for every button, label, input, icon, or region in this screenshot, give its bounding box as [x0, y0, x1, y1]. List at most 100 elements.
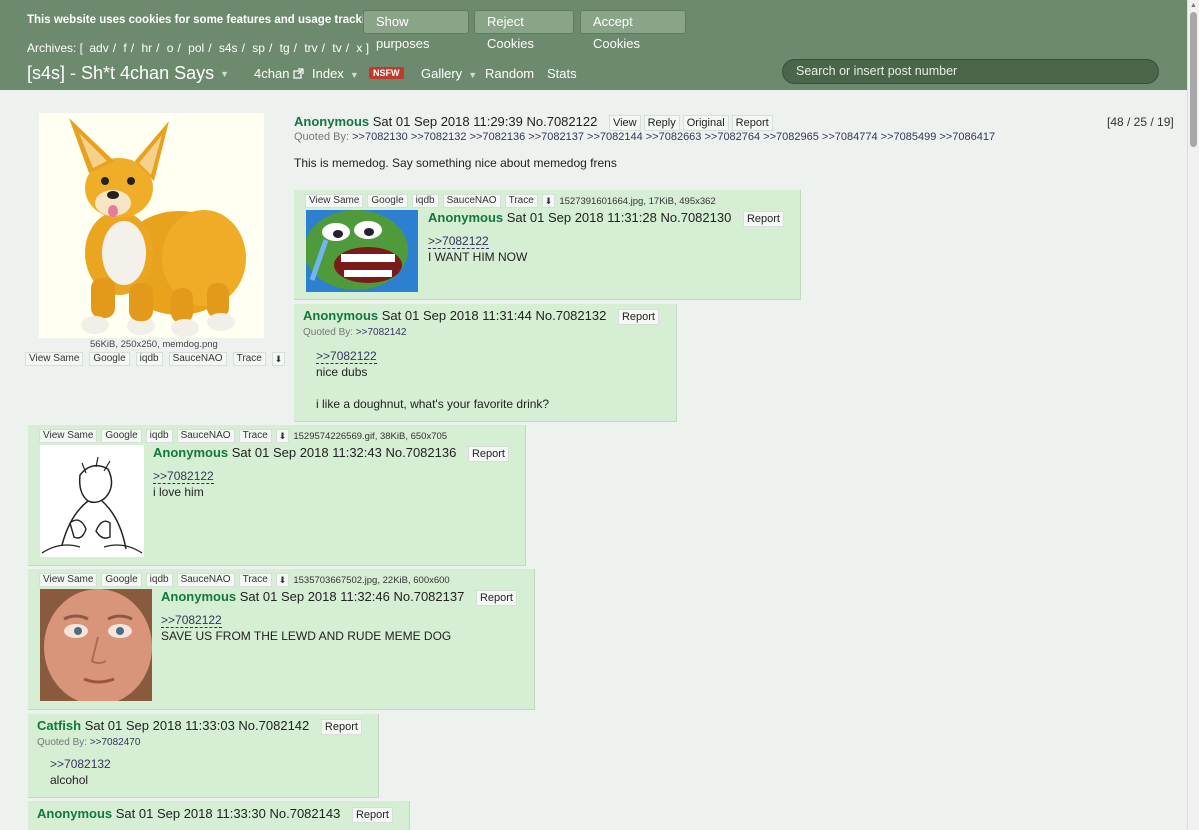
post-text: i love him	[153, 485, 204, 499]
post-number[interactable]: No.7082137	[393, 589, 464, 604]
trace-button[interactable]: Trace	[504, 194, 538, 208]
reply-post: View Same Google iqdb SauceNAO Trace ⬇ 1527391…	[294, 190, 801, 300]
google-search-button[interactable]: Google	[101, 429, 142, 443]
iqdb-button[interactable]: iqdb	[135, 351, 163, 366]
op-file-info[interactable]: 56KiB, 250x250, memdog.png	[90, 339, 218, 350]
post-text: SAVE US FROM THE LEWD AND RUDE MEME DOG	[161, 629, 452, 643]
archive-board-link[interactable]: o	[167, 41, 174, 55]
post-number[interactable]: No.7082143	[269, 806, 340, 821]
nav-stats-link[interactable]: Stats	[547, 66, 577, 81]
download-icon[interactable]: ⬇	[271, 351, 286, 366]
post-text: alcohol	[50, 773, 89, 787]
download-icon[interactable]: ⬇	[541, 194, 556, 208]
archive-board-link[interactable]: adv	[89, 41, 108, 55]
view-same-button[interactable]: View Same	[39, 573, 98, 587]
backlinks[interactable]: >>7082130 >>7082132 >>7082136 >>7082137 …	[352, 131, 995, 143]
post-number[interactable]: No.7082132	[535, 308, 606, 323]
archive-board-link[interactable]: pol	[188, 41, 204, 55]
nav-4chan-link[interactable]: 4chan	[254, 66, 304, 81]
saucenao-button[interactable]: SauceNAO	[442, 194, 501, 208]
archive-board-link[interactable]: sp	[252, 41, 265, 55]
quote-link[interactable]: >>7082122	[428, 234, 489, 249]
archive-board-link[interactable]: tv	[332, 41, 341, 55]
nav-gallery-link[interactable]: Gallery ▼	[421, 66, 477, 81]
file-info[interactable]: 1527391601664.jpg, 17KiB, 495x362	[559, 196, 715, 207]
report-button[interactable]: Report	[320, 718, 362, 735]
view-same-button[interactable]: View Same	[39, 429, 98, 443]
post-date: Sat 01 Sep 2018 11:33:03	[84, 718, 235, 733]
post-date: Sat 01 Sep 2018 11:33:30	[115, 806, 266, 821]
archives-label: Archives: [	[27, 41, 84, 55]
original-button[interactable]: Original	[682, 114, 729, 131]
archive-board-link[interactable]: s4s	[219, 41, 238, 55]
saucenao-button[interactable]: SauceNAO	[168, 351, 227, 366]
post-body: >>7082122 i love him	[153, 468, 214, 500]
archive-board-link[interactable]: hr	[141, 41, 152, 55]
view-same-button[interactable]: View Same	[25, 351, 84, 366]
file-info[interactable]: 1529574226569.gif, 38KiB, 650x705	[293, 431, 447, 442]
poster-name: Anonymous	[294, 114, 370, 129]
post-date: Sat 01 Sep 2018 11:29:39	[372, 114, 523, 129]
trace-button[interactable]: Trace	[238, 573, 272, 587]
iqdb-button[interactable]: iqdb	[411, 194, 439, 208]
trace-button[interactable]: Trace	[232, 351, 266, 366]
op-image-thumbnail[interactable]	[39, 113, 264, 338]
poster-name: Anonymous	[303, 308, 379, 323]
search-input[interactable]: Search or insert post number	[782, 59, 1159, 84]
view-button[interactable]: View	[608, 114, 641, 131]
report-button[interactable]: Report	[742, 210, 784, 227]
view-same-button[interactable]: View Same	[305, 194, 364, 208]
board-title[interactable]: [s4s] - Sh*t 4chan Says ▼	[27, 63, 229, 84]
chevron-down-icon: ▼	[349, 69, 359, 80]
archive-board-link[interactable]: trv	[304, 41, 317, 55]
chevron-down-icon: ▼	[220, 69, 230, 80]
nav-index-label: Index	[312, 66, 344, 81]
scrollbar[interactable]: ▲	[1187, 0, 1199, 830]
show-purposes-button[interactable]: Show purposes	[363, 10, 469, 51]
quote-link[interactable]: >>7082122	[153, 469, 214, 484]
google-search-button[interactable]: Google	[89, 351, 130, 366]
archive-board-link[interactable]: f	[123, 41, 126, 55]
post-header: Anonymous Sat 01 Sep 2018 11:32:46 No.70…	[161, 589, 517, 606]
image-tools: View Same Google iqdb SauceNAO Trace ⬇ 1529574…	[39, 429, 447, 443]
report-button[interactable]: Report	[617, 308, 659, 325]
reply-image-thumbnail[interactable]	[304, 210, 418, 292]
saucenao-button[interactable]: SauceNAO	[176, 573, 235, 587]
post-number[interactable]: No.7082136	[385, 445, 456, 460]
backlinks[interactable]: >>7082470	[90, 737, 141, 748]
report-button[interactable]: Report	[351, 806, 393, 823]
reject-cookies-button[interactable]: Reject Cookies	[474, 10, 574, 51]
iqdb-button[interactable]: iqdb	[145, 429, 173, 443]
post-number[interactable]: No.7082130	[660, 210, 731, 225]
nav-index-link[interactable]: Index ▼	[312, 66, 359, 81]
file-info[interactable]: 1535703667502.jpg, 22KiB, 600x600	[293, 575, 449, 586]
reply-button[interactable]: Reply	[643, 114, 680, 131]
scrollbar-thumb[interactable]	[1190, 12, 1197, 147]
saucenao-button[interactable]: SauceNAO	[176, 429, 235, 443]
quote-link[interactable]: >>7082132	[50, 757, 111, 771]
accept-cookies-button[interactable]: Accept Cookies	[580, 10, 686, 51]
report-button[interactable]: Report	[475, 589, 517, 606]
post-body: >>7082122 SAVE US FROM THE LEWD AND RUDE…	[161, 612, 451, 644]
report-button[interactable]: Report	[731, 114, 773, 131]
reply-post: Anonymous Sat 01 Sep 2018 11:33:30 No.70…	[28, 801, 410, 830]
archive-board-link[interactable]: tg	[280, 41, 290, 55]
reply-image-thumbnail[interactable]	[40, 445, 144, 557]
backlinks[interactable]: >>7082142	[356, 327, 407, 338]
google-search-button[interactable]: Google	[367, 194, 408, 208]
google-search-button[interactable]: Google	[101, 573, 142, 587]
poster-name: Anonymous	[153, 445, 229, 460]
quote-link[interactable]: >>7082122	[161, 613, 222, 628]
post-number[interactable]: No.7082122	[526, 114, 597, 129]
nav-random-link[interactable]: Random	[485, 66, 534, 81]
scroll-up-icon[interactable]: ▲	[1190, 2, 1197, 9]
report-button[interactable]: Report	[467, 445, 509, 462]
archive-board-link[interactable]: x	[356, 41, 362, 55]
download-icon[interactable]: ⬇	[275, 429, 290, 443]
quote-link[interactable]: >>7082122	[316, 349, 377, 364]
reply-image-thumbnail[interactable]	[40, 589, 152, 705]
post-number[interactable]: No.7082142	[238, 718, 309, 733]
iqdb-button[interactable]: iqdb	[145, 573, 173, 587]
download-icon[interactable]: ⬇	[275, 573, 290, 587]
trace-button[interactable]: Trace	[238, 429, 272, 443]
